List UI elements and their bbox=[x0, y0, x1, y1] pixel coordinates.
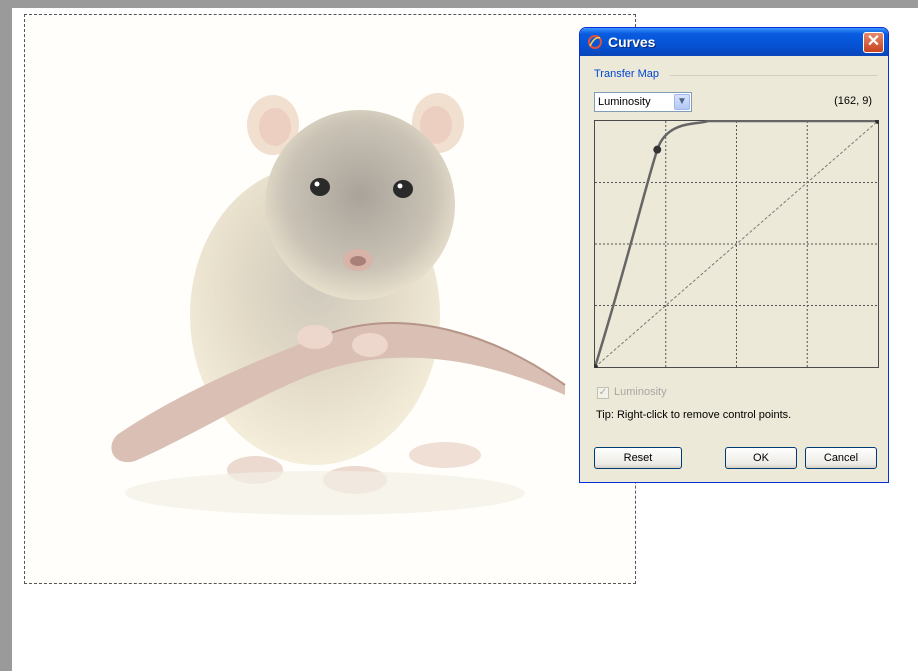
ok-button[interactable]: OK bbox=[725, 447, 797, 469]
transfer-map-label: Transfer Map bbox=[594, 68, 660, 80]
close-icon: ✕ bbox=[866, 33, 881, 50]
curve-graph[interactable] bbox=[594, 120, 879, 368]
image-selection[interactable] bbox=[24, 14, 636, 584]
window-frame-top bbox=[0, 0, 918, 8]
curves-icon bbox=[588, 35, 602, 49]
channel-dropdown[interactable]: Luminosity ▼ bbox=[594, 92, 692, 112]
close-button[interactable]: ✕ bbox=[863, 32, 884, 53]
curves-dialog: Curves ✕ Transfer Map Luminosity ▼ (162,… bbox=[579, 27, 889, 483]
reset-button[interactable]: Reset bbox=[594, 447, 682, 469]
dialog-title: Curves bbox=[608, 34, 656, 50]
group-divider bbox=[670, 75, 878, 76]
control-point-selected[interactable] bbox=[653, 145, 662, 154]
cancel-button[interactable]: Cancel bbox=[805, 447, 877, 469]
tip-text: Tip: Right-click to remove control point… bbox=[596, 409, 792, 421]
luminosity-checkbox-label: Luminosity bbox=[614, 386, 667, 398]
chevron-down-icon[interactable]: ▼ bbox=[674, 94, 690, 110]
dialog-titlebar[interactable]: Curves ✕ bbox=[580, 28, 888, 56]
coordinates-readout: (162, 9) bbox=[834, 95, 872, 107]
rat-image bbox=[25, 15, 635, 583]
window-frame-left bbox=[0, 0, 12, 671]
luminosity-checkbox[interactable]: ✓ bbox=[597, 387, 609, 399]
channel-dropdown-value: Luminosity bbox=[598, 96, 651, 108]
